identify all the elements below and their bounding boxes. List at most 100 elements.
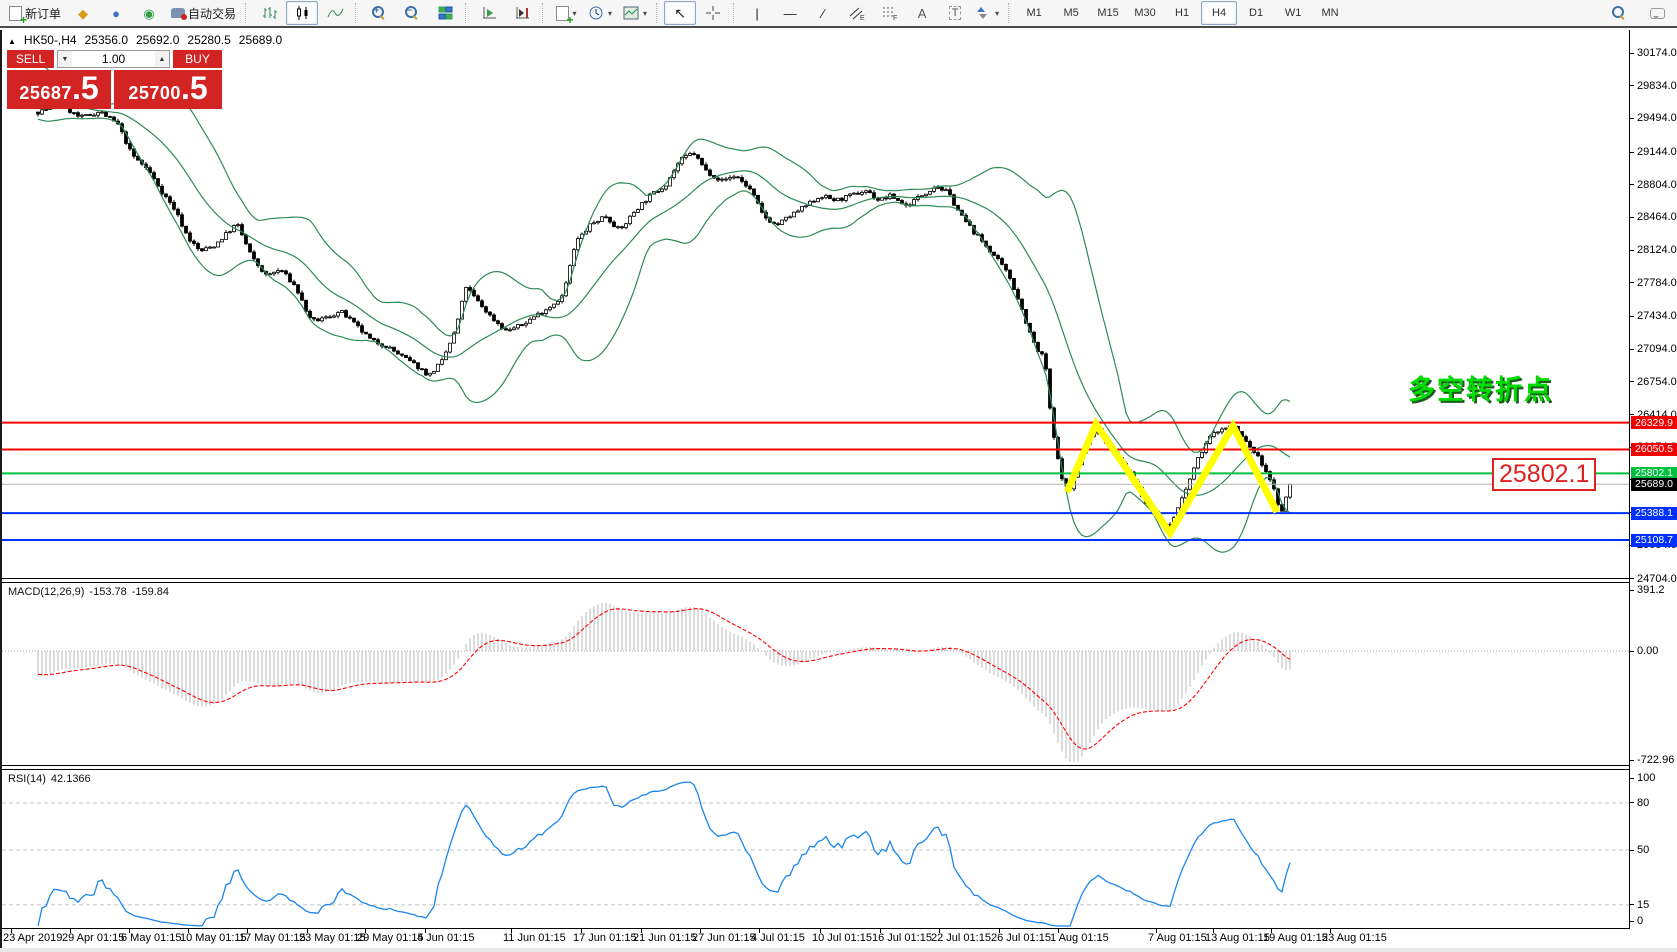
- price-tick: [1630, 250, 1634, 251]
- sell-button[interactable]: SELL: [7, 50, 54, 68]
- fibonacci-tool-button[interactable]: F: [873, 1, 905, 25]
- chart-header: ▲ HK50-,H4 25356.0 25692.0 25280.5 25689…: [8, 33, 282, 47]
- channel-tool-button[interactable]: E: [840, 1, 872, 25]
- zoom-out-button[interactable]: −: [396, 1, 428, 25]
- horizontal-line-tool-button[interactable]: —: [774, 1, 806, 25]
- trendline-tool-button[interactable]: ∕: [807, 1, 839, 25]
- time-tick-label: 23 Aug 01:15: [1322, 932, 1387, 944]
- arrows-tool-button[interactable]: ▾: [972, 1, 1004, 25]
- timeframe-m5[interactable]: M5: [1053, 1, 1089, 25]
- search-button[interactable]: [1603, 1, 1635, 25]
- pane-divider[interactable]: [0, 769, 1630, 770]
- big-price-label[interactable]: 25802.1: [1492, 458, 1596, 491]
- timeframe-mn[interactable]: MN: [1312, 1, 1348, 25]
- time-tick-label: 23 Apr 2019: [3, 932, 62, 944]
- time-tick-label: 29 May 01:15: [357, 932, 424, 944]
- price-tick-label: 28124.0: [1637, 244, 1677, 256]
- macd-tick: [1630, 760, 1634, 761]
- volume-up-button[interactable]: ▲: [155, 51, 169, 67]
- pane-divider[interactable]: [0, 765, 1630, 766]
- price-tick-label: 29834.0: [1637, 80, 1677, 92]
- line-chart-icon: [327, 5, 344, 21]
- timeframe-m15[interactable]: M15: [1090, 1, 1126, 25]
- rsi-tick-label: 80: [1637, 797, 1649, 809]
- chat-icon: [1650, 8, 1665, 19]
- volume-down-button[interactable]: ▼: [58, 51, 72, 67]
- rsi-pane-canvas[interactable]: [0, 769, 1630, 928]
- indicators-button[interactable]: ▾: [550, 1, 582, 25]
- pane-divider[interactable]: [0, 578, 1630, 579]
- time-tick-label: 13 Aug 01:15: [1205, 932, 1270, 944]
- svg-text:E: E: [860, 15, 865, 21]
- turning-point-annotation[interactable]: 多空转折点: [1408, 368, 1553, 407]
- community-button[interactable]: ●: [100, 1, 132, 25]
- zoom-in-button[interactable]: +: [363, 1, 395, 25]
- signals-button[interactable]: ◉: [133, 1, 165, 25]
- bar-chart-button[interactable]: [253, 1, 285, 25]
- rsi-tick-label: 100: [1637, 772, 1655, 784]
- rsi-tick-label: 0: [1637, 915, 1643, 927]
- autotrading-button[interactable]: 自动交易: [166, 1, 241, 25]
- price-tick-label: 27784.0: [1637, 277, 1677, 289]
- time-axis-border: [0, 928, 1630, 929]
- macd-tick: [1630, 651, 1634, 652]
- vertical-line-tool-button[interactable]: |: [741, 1, 773, 25]
- price-tick-label: 28804.0: [1637, 179, 1677, 191]
- macd-tick-label: 391.2: [1637, 584, 1665, 596]
- line-chart-button[interactable]: [319, 1, 351, 25]
- time-tick-label: 16 Jul 01:15: [872, 932, 932, 944]
- new-order-button[interactable]: 新订单: [4, 1, 66, 25]
- macd-tick: [1630, 590, 1634, 591]
- chart-shift-button[interactable]: [506, 1, 538, 25]
- timeframe-h4[interactable]: H4: [1201, 1, 1237, 25]
- text-tool-button[interactable]: A: [906, 1, 938, 25]
- horizontal-line-icon: —: [784, 7, 797, 20]
- time-tick-label: 19 Aug 01:15: [1263, 932, 1328, 944]
- auto-scroll-button[interactable]: [473, 1, 505, 25]
- time-tick-label: 11 Jun 01:15: [503, 932, 566, 944]
- timeframe-m30[interactable]: M30: [1127, 1, 1163, 25]
- volume-value[interactable]: 1.00: [72, 51, 155, 67]
- buy-price-fraction: .5: [181, 73, 208, 103]
- rsi-tick-label: 15: [1637, 899, 1649, 911]
- rsi-value: 42.1366: [51, 773, 91, 785]
- timeframe-d1[interactable]: D1: [1238, 1, 1274, 25]
- level-price-label: 25108.7: [1631, 534, 1677, 547]
- chat-button[interactable]: [1641, 1, 1673, 25]
- main-chart-canvas[interactable]: [0, 30, 1630, 578]
- tile-windows-button[interactable]: [429, 1, 461, 25]
- buy-price-button[interactable]: 25700.5: [114, 70, 222, 109]
- sell-price-button[interactable]: 25687.5: [7, 70, 111, 109]
- periods-button[interactable]: ▾: [583, 1, 617, 25]
- pane-divider[interactable]: [0, 582, 1630, 583]
- main-toolbar: 新订单 ◆ ● ◉ 自动交易 + −: [0, 0, 1677, 28]
- time-tick-label: 6 May 01:15: [121, 932, 182, 944]
- time-tick-label: 17 May 01:15: [239, 932, 306, 944]
- crosshair-icon: [705, 5, 721, 21]
- time-tick-label: 1 Aug 01:15: [1050, 932, 1109, 944]
- collapse-panel-icon[interactable]: ▲: [8, 37, 16, 46]
- fibonacci-icon: F: [881, 5, 898, 21]
- arrows-icon: [977, 5, 991, 21]
- buy-price-main: 25700: [128, 83, 181, 104]
- buy-button[interactable]: BUY: [173, 50, 222, 68]
- candlestick-chart-button[interactable]: [286, 1, 318, 25]
- label-tool-button[interactable]: T: [939, 1, 971, 25]
- text-icon: A: [918, 7, 927, 20]
- symbol-period: HK50-,H4: [24, 33, 77, 47]
- autotrading-icon: [171, 8, 185, 18]
- price-tick: [1630, 282, 1634, 283]
- cursor-icon: ↖: [674, 6, 686, 20]
- macd-label: MACD(12,26,9) -153.78 -159.84: [8, 586, 169, 598]
- ohlc-low: 25280.5: [187, 33, 230, 47]
- timeframe-h1[interactable]: H1: [1164, 1, 1200, 25]
- metaeditor-button[interactable]: ◆: [67, 1, 99, 25]
- price-tick: [1630, 316, 1634, 317]
- templates-button[interactable]: ▾: [618, 1, 652, 25]
- crosshair-tool-button[interactable]: [697, 1, 729, 25]
- cursor-tool-button[interactable]: ↖: [664, 1, 696, 25]
- timeframe-m1[interactable]: M1: [1016, 1, 1052, 25]
- timeframe-w1[interactable]: W1: [1275, 1, 1311, 25]
- macd-pane-canvas[interactable]: [0, 582, 1630, 765]
- terminal-window: 新订单 ◆ ● ◉ 自动交易 + −: [0, 0, 1677, 952]
